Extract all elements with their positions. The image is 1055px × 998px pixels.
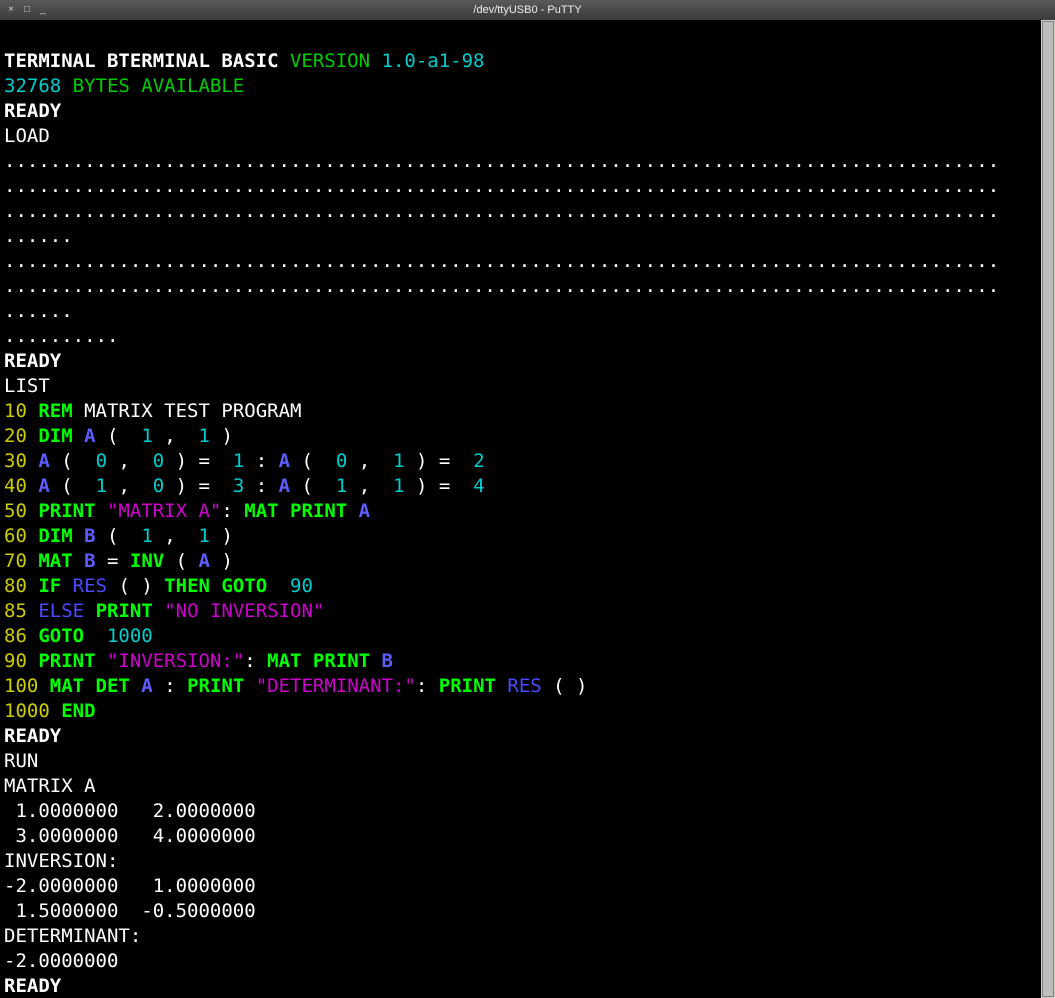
keyword: IF: [38, 575, 72, 597]
keyword: MAT DET: [50, 675, 142, 697]
variable: A: [84, 425, 95, 447]
variable: A: [38, 475, 49, 497]
keyword: DIM: [38, 525, 84, 547]
keyword: END: [61, 700, 95, 722]
line-number: 40: [4, 475, 27, 497]
line-number: 80: [4, 575, 27, 597]
ready-prompt: READY: [4, 100, 61, 122]
keyword: REM: [38, 400, 84, 422]
terminal-text: VERSION: [290, 50, 382, 72]
variable: A: [38, 450, 49, 472]
keyword: DIM: [38, 425, 84, 447]
line-number: 1000: [4, 700, 50, 722]
keyword: MAT: [38, 550, 84, 572]
output-text: MATRIX A: [4, 775, 96, 797]
code-text: MATRIX TEST PROGRAM: [84, 400, 301, 422]
keyword: GOTO: [38, 625, 107, 647]
command-text: RUN: [4, 750, 38, 772]
line-number: 30: [4, 450, 27, 472]
string: "INVERSION:": [107, 650, 244, 672]
line-number: 85: [4, 600, 27, 622]
output-text: -2.0000000 1.0000000: [4, 875, 256, 897]
line-number: 10: [4, 400, 27, 422]
scrollbar-thumb[interactable]: [1042, 21, 1054, 997]
ready-prompt: READY: [4, 975, 61, 997]
output-text: INVERSION:: [4, 850, 118, 872]
command-text: LIST: [4, 375, 50, 397]
output-text: DETERMINANT:: [4, 925, 141, 947]
terminal-text: ........................................…: [4, 275, 999, 297]
keyword: PRINT: [38, 500, 107, 522]
terminal-text: ........................................…: [4, 150, 999, 172]
ready-prompt: READY: [4, 350, 61, 372]
line-number: 70: [4, 550, 27, 572]
window-titlebar[interactable]: × □ _ /dev/ttyUSB0 - PuTTY: [0, 0, 1055, 20]
line-number: 90: [4, 650, 27, 672]
minimize-icon[interactable]: _: [38, 5, 48, 15]
terminal-text: ......: [4, 300, 73, 322]
keyword: RES: [507, 675, 541, 697]
variable: A: [141, 675, 152, 697]
terminal-text: ........................................…: [4, 200, 999, 222]
window-title: /dev/ttyUSB0 - PuTTY: [473, 4, 581, 16]
keyword: ELSE: [38, 600, 84, 622]
output-text: 3.0000000 4.0000000: [4, 825, 256, 847]
string: "MATRIX A": [107, 500, 221, 522]
line-number: 50: [4, 500, 27, 522]
line-number: 100: [4, 675, 38, 697]
line-number: 60: [4, 525, 27, 547]
string: "NO INVERSION": [164, 600, 324, 622]
terminal-output[interactable]: TERMINAL BTERMINAL BASIC VERSION 1.0-a1-…: [0, 20, 1041, 998]
line-number: 86: [4, 625, 27, 647]
terminal-text: 1.0-a1-98: [382, 50, 485, 72]
terminal-text: ......: [4, 225, 73, 247]
terminal-text: 32768: [4, 75, 73, 97]
terminal-text: TERMINAL BTERMINAL BASIC: [4, 50, 290, 72]
maximize-icon[interactable]: □: [22, 5, 32, 15]
variable: B: [84, 525, 95, 547]
output-text: 1.5000000 -0.5000000: [4, 900, 256, 922]
terminal-text: ........................................…: [4, 250, 999, 272]
string: "DETERMINANT:": [256, 675, 416, 697]
command-text: LOAD: [4, 125, 50, 147]
output-text: 1.0000000 2.0000000: [4, 800, 256, 822]
keyword: PRINT: [38, 650, 107, 672]
terminal-text: ..........: [4, 325, 118, 347]
line-number: 20: [4, 425, 27, 447]
terminal-text: ........................................…: [4, 175, 999, 197]
scrollbar[interactable]: [1041, 20, 1055, 998]
output-text: -2.0000000: [4, 950, 118, 972]
variable: B: [84, 550, 95, 572]
ready-prompt: READY: [4, 725, 61, 747]
keyword: RES: [73, 575, 107, 597]
terminal-text: BYTES AVAILABLE: [73, 75, 245, 97]
close-icon[interactable]: ×: [6, 5, 16, 15]
